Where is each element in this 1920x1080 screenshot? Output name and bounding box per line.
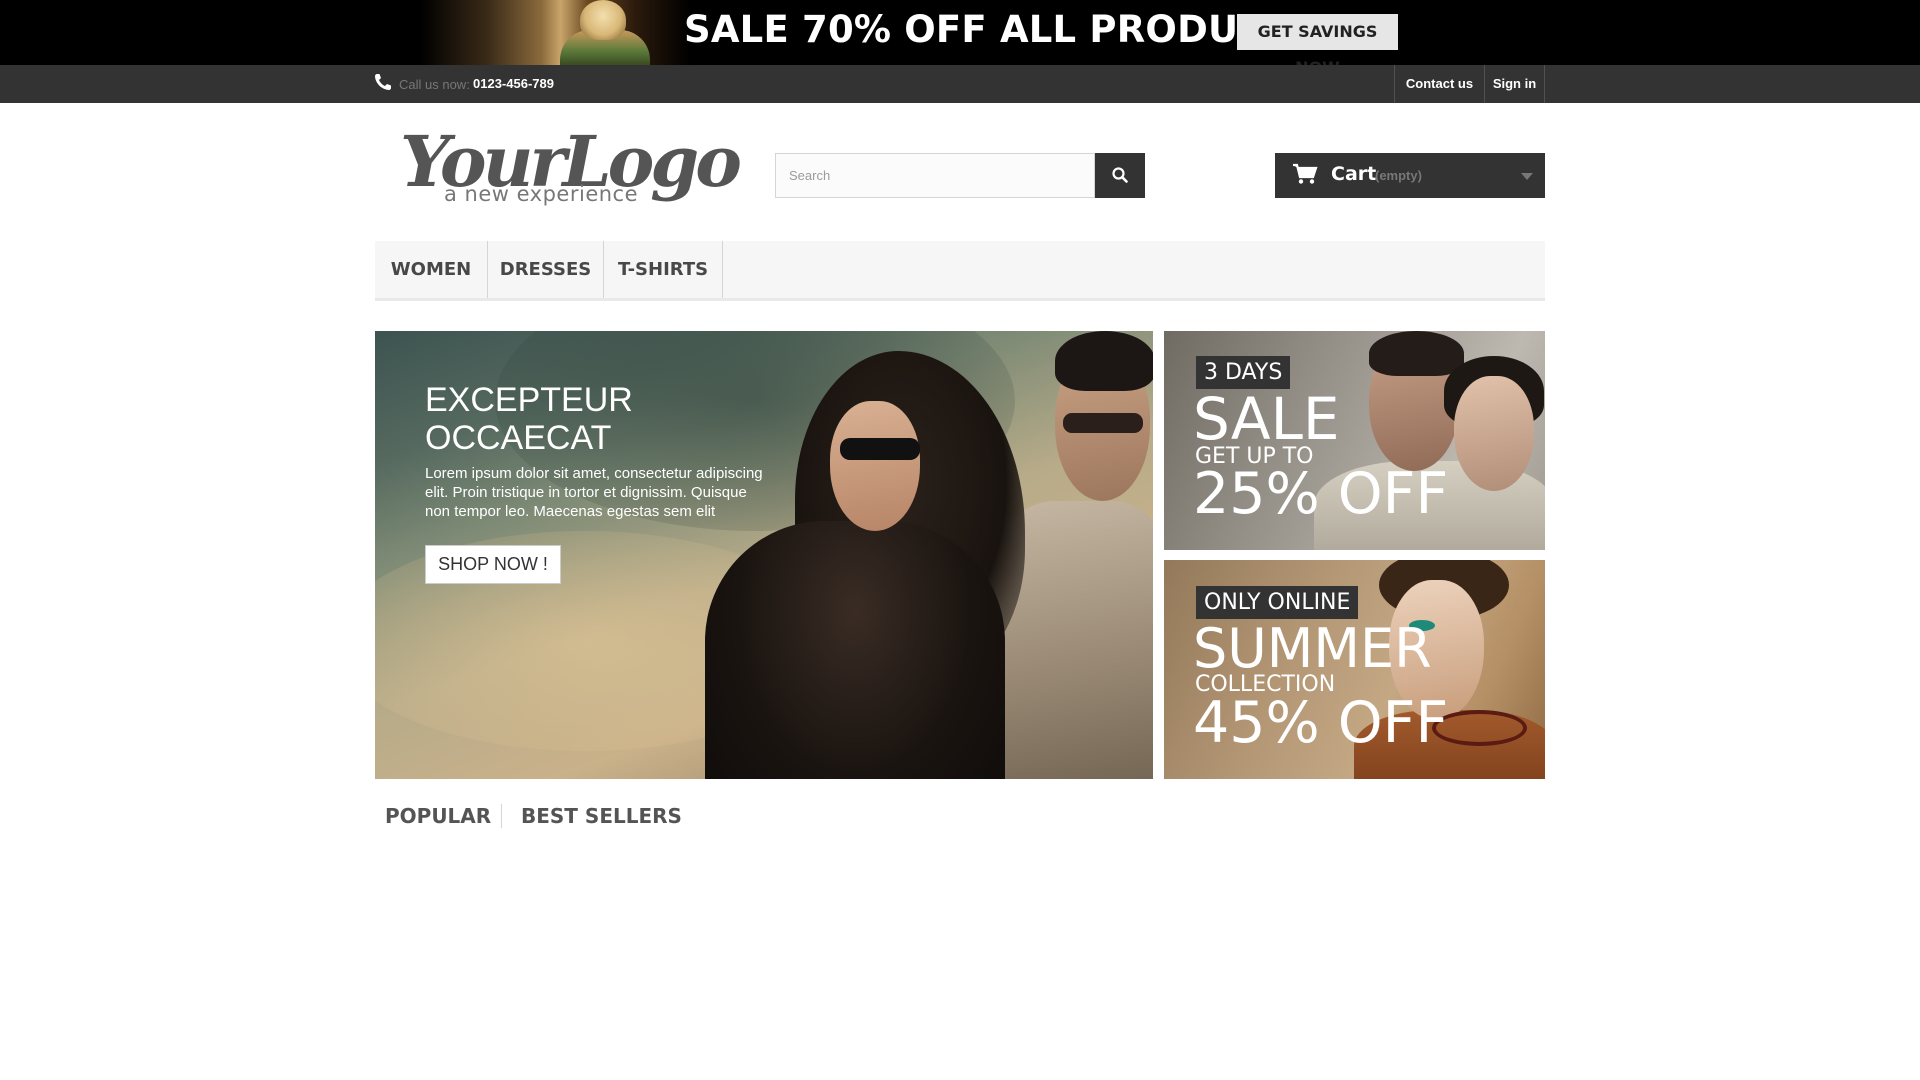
- hero-description: Lorem ipsum dolor sit amet, consectetur …: [425, 465, 763, 520]
- call-us-label: Call us now:: [399, 77, 470, 92]
- top-nav-bar: Call us now: 0123-456-789 Contact us Sig…: [0, 65, 1920, 103]
- tab-divider: [501, 804, 502, 828]
- site-logo[interactable]: YourLogo a new experience: [400, 122, 742, 212]
- summer-banner[interactable]: ONLY ONLINE SUMMER COLLECTION 45% OFF: [1164, 560, 1545, 779]
- main-menu: WOMEN DRESSES T-SHIRTS: [375, 241, 1545, 301]
- promo-banner[interactable]: SALE 70% OFF ALL PRODUCTS GET SAVINGS NO…: [0, 0, 1920, 65]
- cart-status: (empty): [1375, 168, 1422, 183]
- hero-woman-jacket: [705, 521, 1005, 779]
- menu-item-dresses[interactable]: DRESSES: [488, 241, 604, 298]
- hero-man-hair: [1055, 331, 1153, 391]
- hero-slide[interactable]: EXCEPTEUR OCCAECAT Lorem ipsum dolor sit…: [375, 331, 1153, 779]
- sale-banner[interactable]: 3 DAYS SALE GET UP TO 25% OFF: [1164, 331, 1545, 550]
- search-input[interactable]: [775, 153, 1095, 198]
- shop-now-button[interactable]: SHOP NOW !: [425, 545, 561, 584]
- sign-in-link[interactable]: Sign in: [1484, 65, 1545, 103]
- tab-best-sellers[interactable]: BEST SELLERS: [521, 800, 682, 832]
- banner-man-hair: [1369, 331, 1464, 376]
- cart-button[interactable]: Cart (empty): [1275, 153, 1545, 198]
- banner-tag: ONLY ONLINE: [1196, 586, 1359, 619]
- get-savings-button[interactable]: GET SAVINGS NOW: [1237, 14, 1398, 65]
- tab-popular[interactable]: POPULAR: [385, 800, 491, 832]
- banner-offer: 45% OFF: [1193, 690, 1449, 756]
- chevron-down-icon: [1521, 173, 1533, 180]
- logo-tagline: a new experience: [444, 182, 639, 206]
- phone-icon: [375, 74, 391, 90]
- hero-man-sunglasses: [1063, 413, 1143, 433]
- banner-woman-face: [1454, 376, 1534, 491]
- menu-item-women[interactable]: WOMEN: [375, 241, 488, 298]
- hero-woman-face: [830, 401, 920, 531]
- search-button[interactable]: [1095, 153, 1145, 198]
- search-icon: [1112, 167, 1128, 183]
- contact-us-link[interactable]: Contact us: [1394, 65, 1484, 103]
- banner-headline: SALE: [1193, 385, 1340, 453]
- hero-title: EXCEPTEUR OCCAECAT: [425, 381, 633, 457]
- cart-icon: [1293, 163, 1318, 184]
- promo-headline: SALE 70% OFF ALL PRODUCTS: [684, 8, 1318, 51]
- promo-model-hair: [580, 0, 626, 40]
- cart-label: Cart: [1331, 163, 1377, 185]
- hero-woman-sunglasses: [840, 438, 920, 460]
- banner-headline: SUMMER: [1193, 617, 1432, 680]
- banner-offer: 25% OFF: [1193, 461, 1449, 527]
- phone-number: 0123-456-789: [473, 76, 554, 91]
- menu-item-t-shirts[interactable]: T-SHIRTS: [604, 241, 723, 298]
